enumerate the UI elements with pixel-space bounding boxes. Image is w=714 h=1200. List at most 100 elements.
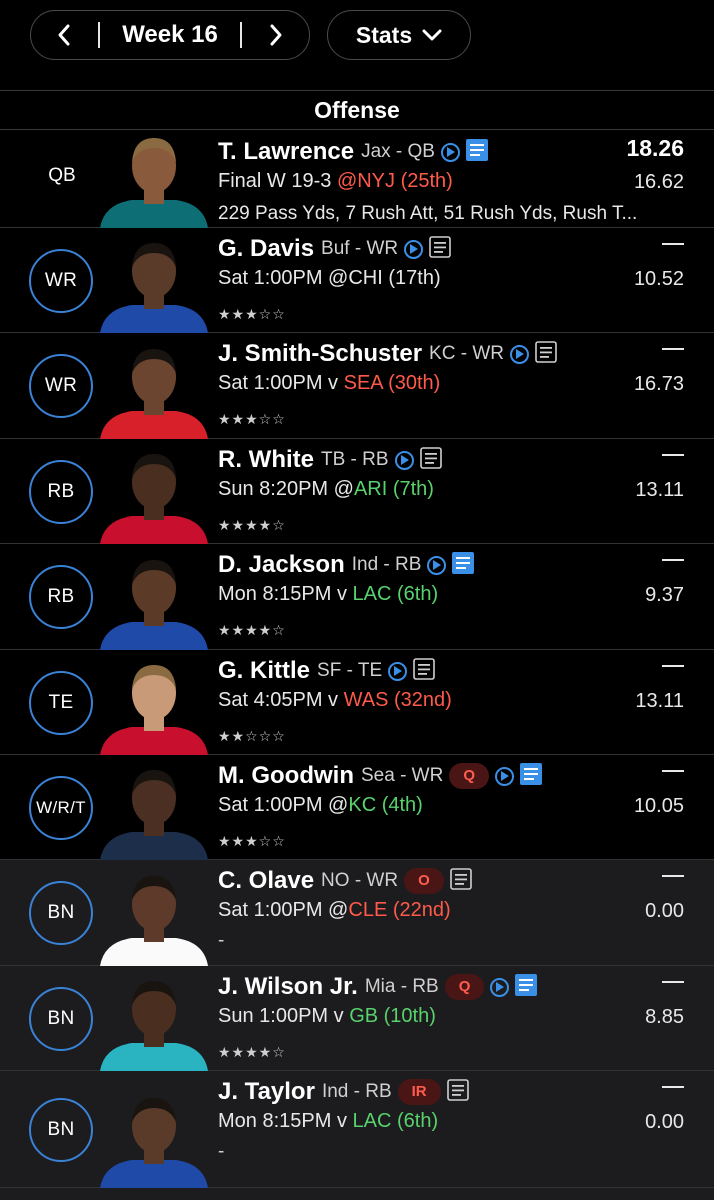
- opponent-rank: LAC (6th): [352, 583, 439, 605]
- news-icon[interactable]: [429, 235, 451, 263]
- player-name[interactable]: C. Olave: [218, 867, 314, 895]
- game-info: Sat 1:00PM @CHI (17th): [218, 267, 441, 290]
- projected-points: 13.11: [635, 479, 684, 501]
- play-icon[interactable]: [388, 661, 408, 681]
- score-placeholder: [662, 770, 684, 772]
- player-row[interactable]: BN J. Wilson Jr. Mia - RB Q Sun 1:00PM v GB …: [0, 966, 714, 1071]
- score-placeholder: [662, 875, 684, 877]
- score-placeholder: [662, 981, 684, 983]
- matchup-stars: ★★★★☆: [218, 1044, 286, 1060]
- opponent-rank: WAS (32nd): [343, 689, 452, 711]
- player-row[interactable]: BN J. Taylor Ind - RB IR Mon 8:15PM v LAC (6…: [0, 1071, 714, 1188]
- play-icon[interactable]: [394, 450, 414, 470]
- player-row[interactable]: BN C. Olave NO - WR O Sat 1:00PM @CLE (22nd)…: [0, 860, 714, 966]
- projected-points: 10.52: [633, 268, 684, 290]
- slot-button[interactable]: BN: [29, 1098, 93, 1162]
- stats-dropdown[interactable]: Stats: [327, 10, 471, 60]
- slot-button[interactable]: TE: [29, 671, 93, 735]
- player-team-position: KC - WR: [429, 343, 504, 364]
- slot-button[interactable]: W/R/T: [29, 776, 93, 840]
- player-headshot[interactable]: [96, 760, 212, 860]
- slot-button[interactable]: WR: [29, 249, 93, 313]
- player-headshot[interactable]: [96, 233, 212, 333]
- game-info: Sun 8:20PM @ARI (7th): [218, 478, 434, 501]
- chevron-right-icon: [270, 24, 282, 45]
- player-row[interactable]: W/R/T M. Goodwin Sea - WR Q Sat 1:00PM @KC (…: [0, 755, 714, 860]
- player-row[interactable]: WR G. Davis Buf - WR Sat 1:00PM @CHI (17th)…: [0, 228, 714, 333]
- player-name-line: J. Taylor Ind - RB IR: [218, 1077, 469, 1107]
- player-row[interactable]: TE G. Kittle SF - TE Sat 4:05PM v WAS (32nd…: [0, 650, 714, 755]
- news-icon[interactable]: [465, 138, 488, 166]
- game-time: Final W 19-3: [218, 170, 337, 192]
- stat-line: 229 Pass Yds, 7 Rush Att, 51 Rush Yds, R…: [218, 203, 638, 224]
- avatar: [100, 665, 208, 755]
- player-name[interactable]: G. Davis: [218, 235, 314, 263]
- play-icon[interactable]: [490, 977, 510, 997]
- player-name[interactable]: J. Wilson Jr.: [218, 973, 358, 1001]
- play-icon[interactable]: [427, 555, 447, 575]
- slot-button[interactable]: RB: [29, 460, 93, 524]
- slot-button[interactable]: BN: [29, 987, 93, 1051]
- player-row[interactable]: QB T. Lawrence Jax - QB Final W 19-3 @NYJ (…: [0, 131, 714, 228]
- player-headshot[interactable]: [96, 971, 212, 1071]
- play-icon[interactable]: [440, 142, 460, 162]
- player-name[interactable]: R. White: [218, 446, 314, 474]
- player-headshot[interactable]: [96, 444, 212, 544]
- score-placeholder: [662, 454, 684, 456]
- news-icon[interactable]: [413, 657, 435, 685]
- news-icon[interactable]: [520, 762, 543, 790]
- slot-button[interactable]: BN: [29, 881, 93, 945]
- previous-week-button[interactable]: [33, 11, 95, 58]
- projected-points: 0.00: [645, 900, 684, 922]
- player-row[interactable]: WR J. Smith-Schuster KC - WR Sat 1:00PM v S…: [0, 333, 714, 439]
- player-row[interactable]: RB D. Jackson Ind - RB Mon 8:15PM v LAC (6t…: [0, 544, 714, 650]
- game-info: Sat 1:00PM @KC (4th): [218, 794, 423, 817]
- game-time: Sun 8:20PM @: [218, 478, 354, 500]
- avatar: [100, 770, 208, 860]
- player-name[interactable]: J. Smith-Schuster: [218, 340, 422, 368]
- news-icon[interactable]: [535, 340, 557, 368]
- game-info: Sat 1:00PM v SEA (30th): [218, 372, 440, 395]
- player-name[interactable]: G. Kittle: [218, 657, 310, 685]
- player-headshot[interactable]: [96, 339, 212, 439]
- news-icon[interactable]: [449, 867, 472, 895]
- opponent-rank: GB (10th): [349, 1005, 436, 1027]
- matchup-stars: ★★☆☆☆: [218, 728, 286, 744]
- player-row[interactable]: RB R. White TB - RB Sun 8:20PM @ARI (7th) ★★…: [0, 439, 714, 544]
- avatar: [100, 560, 208, 650]
- play-icon[interactable]: [404, 239, 424, 259]
- play-icon[interactable]: [495, 766, 515, 786]
- section-title: Offense: [0, 90, 714, 130]
- play-icon[interactable]: [509, 344, 529, 364]
- news-icon[interactable]: [515, 973, 538, 1001]
- player-headshot[interactable]: [96, 550, 212, 650]
- player-name[interactable]: T. Lawrence: [218, 138, 354, 166]
- next-week-button[interactable]: [245, 11, 307, 58]
- player-headshot[interactable]: [96, 655, 212, 755]
- status-badge: IR: [397, 1079, 441, 1105]
- game-time: Sun 1:00PM v: [218, 1005, 350, 1027]
- matchup-stars: ★★★★☆: [218, 622, 286, 638]
- player-team-position: TB - RB: [321, 449, 389, 470]
- week-label[interactable]: Week 16: [99, 11, 241, 58]
- score-placeholder: [662, 348, 684, 350]
- player-name[interactable]: D. Jackson: [218, 551, 345, 579]
- player-name[interactable]: M. Goodwin: [218, 762, 354, 790]
- projected-points: 8.85: [645, 1006, 684, 1028]
- news-icon[interactable]: [452, 551, 475, 579]
- projected-points: 16.62: [633, 171, 684, 193]
- score-placeholder: [662, 559, 684, 561]
- player-team-position: Ind - RB: [351, 554, 422, 575]
- news-icon[interactable]: [446, 1078, 469, 1106]
- player-headshot[interactable]: [96, 866, 212, 966]
- player-name-line: T. Lawrence Jax - QB: [218, 137, 488, 167]
- news-icon[interactable]: [419, 446, 442, 474]
- avatar: [100, 349, 208, 439]
- projected-points: 16.73: [633, 373, 684, 395]
- slot-button[interactable]: WR: [29, 354, 93, 418]
- slot-button[interactable]: RB: [29, 565, 93, 629]
- player-name[interactable]: J. Taylor: [218, 1078, 315, 1106]
- game-info: Sat 4:05PM v WAS (32nd): [218, 689, 452, 712]
- player-headshot[interactable]: [96, 1088, 212, 1188]
- player-headshot[interactable]: [96, 128, 212, 228]
